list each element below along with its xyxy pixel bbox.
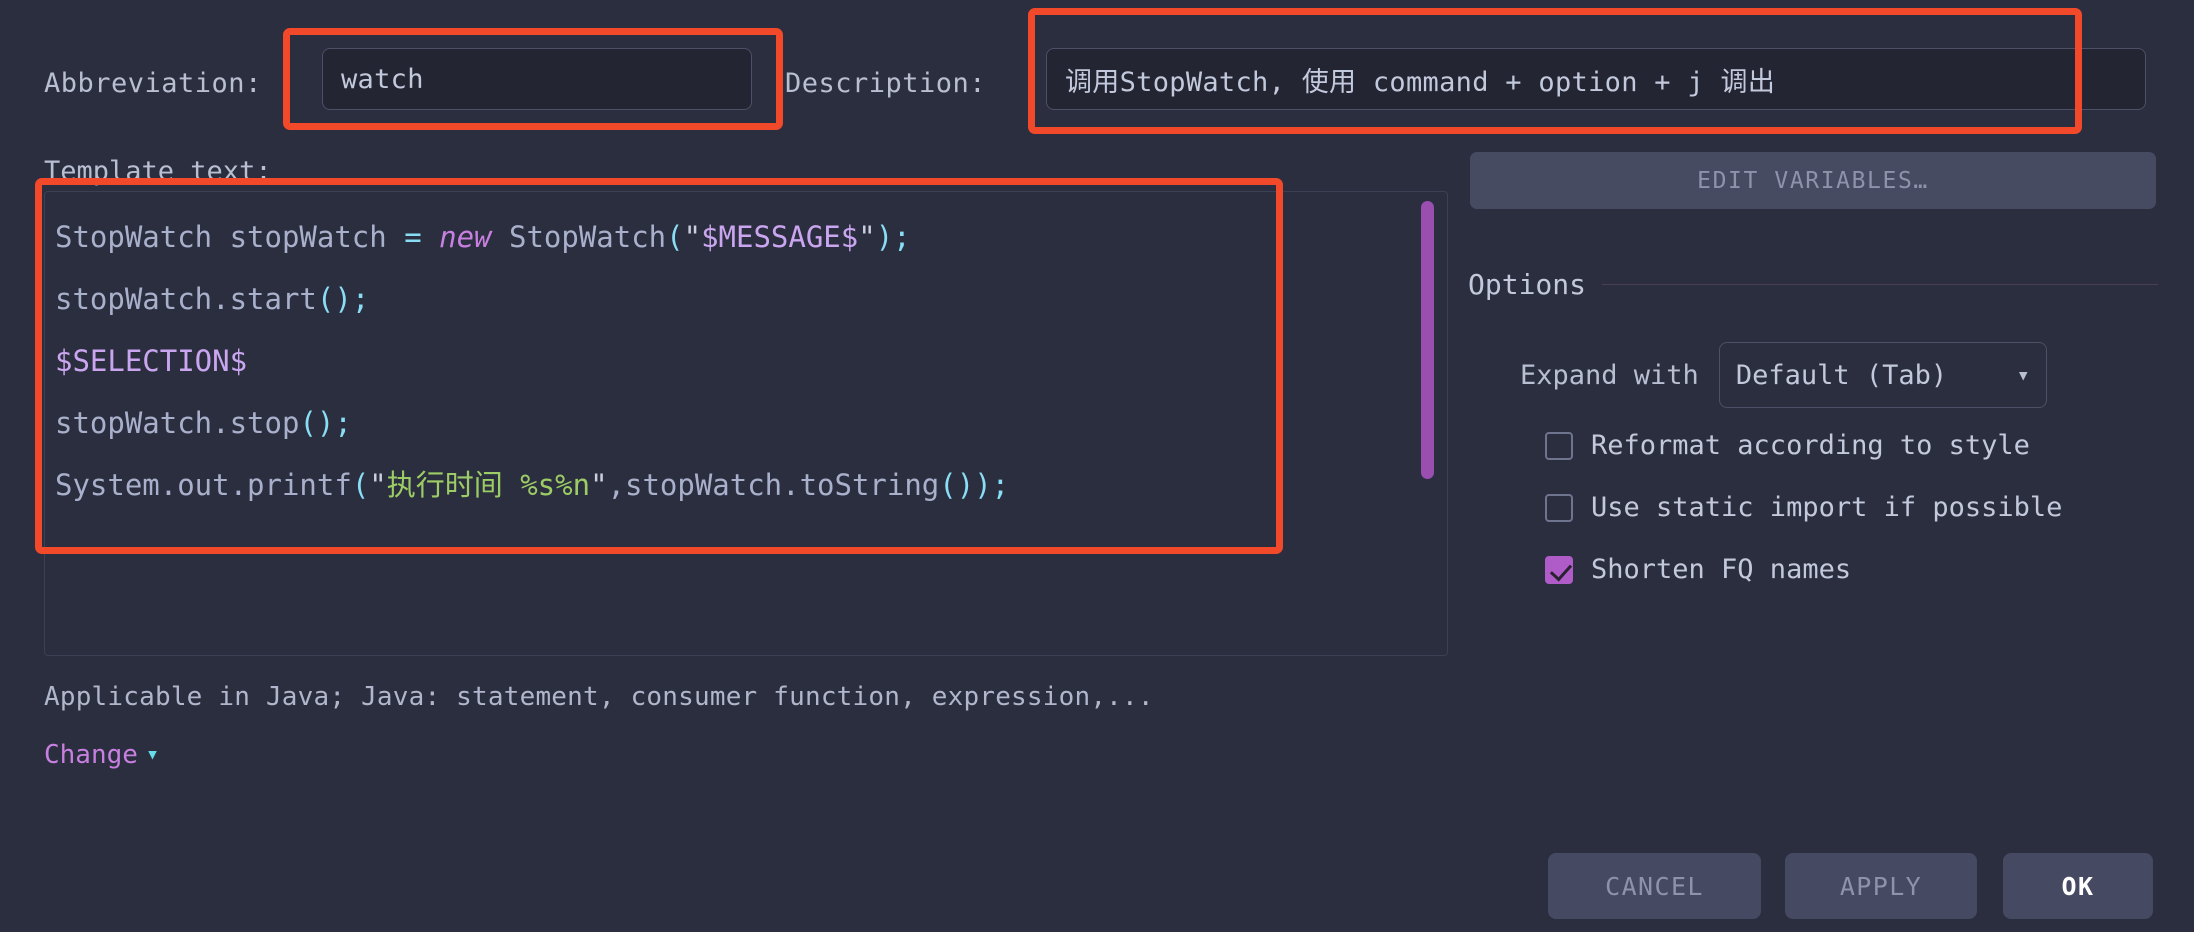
abbreviation-input[interactable] [322, 48, 752, 110]
template-code-content: StopWatch stopWatch = new StopWatch("$ME… [45, 192, 1447, 516]
chevron-down-icon: ▾ [2016, 362, 2030, 388]
template-text-label: Template text: [44, 156, 272, 187]
code-line: stopWatch.stop(); [49, 392, 1447, 454]
code-token: 执行时间 %s%n [386, 468, 591, 502]
checkbox-reformat-according-to-style[interactable]: Reformat according to style [1545, 430, 2030, 461]
checkbox-indicator[interactable] [1545, 555, 1573, 584]
applicable-context-text: Applicable in Java; Java: statement, con… [44, 682, 1154, 712]
code-token: new [439, 220, 492, 254]
code-token: () [299, 406, 335, 440]
code-token: " [683, 220, 702, 254]
description-input[interactable] [1046, 48, 2146, 110]
code-token: stopWatch.start [55, 282, 317, 316]
code-line: $SELECTION$ [49, 330, 1447, 392]
code-token: () [316, 282, 352, 316]
code-token: StopWatch stopWatch [55, 220, 405, 254]
edit-variables-button[interactable]: EDIT VARIABLES… [1470, 152, 2156, 209]
checkbox-label: Shorten FQ names [1591, 554, 1852, 585]
checkbox-use-static-import[interactable]: Use static import if possible [1545, 492, 2062, 523]
checkbox-indicator[interactable] [1545, 493, 1573, 522]
checkbox-indicator[interactable] [1545, 431, 1573, 460]
options-title: Options [1468, 268, 1587, 301]
code-token: " [590, 468, 608, 502]
code-line: StopWatch stopWatch = new StopWatch("$ME… [49, 206, 1447, 268]
code-token: ; [893, 220, 911, 254]
code-token: StopWatch [491, 220, 667, 254]
dialog-top-row: Abbreviation: Description: [0, 0, 2194, 140]
code-token: " [369, 468, 387, 502]
code-token: $SELECTION$ [55, 344, 248, 378]
checkbox-shorten-fq-names[interactable]: Shorten FQ names [1545, 554, 1851, 585]
ok-button[interactable]: OK [2003, 853, 2153, 919]
template-text-editor[interactable]: StopWatch stopWatch = new StopWatch("$ME… [44, 191, 1448, 656]
code-token: System.out.printf [55, 468, 352, 502]
abbreviation-label: Abbreviation: [44, 68, 262, 99]
code-token: stopWatch.stop [55, 406, 300, 440]
code-token: ( [351, 468, 370, 502]
code-token: ; [334, 406, 352, 440]
expand-with-value: Default (Tab) [1735, 359, 1948, 391]
code-line: stopWatch.start(); [49, 268, 1447, 330]
options-section-header: Options [1468, 268, 2158, 301]
chevron-down-icon: ▾ [145, 742, 160, 767]
cancel-button[interactable]: CANCEL [1548, 853, 1761, 919]
editor-scrollbar-thumb[interactable] [1421, 201, 1434, 479]
code-token: , [607, 468, 625, 502]
expand-with-label: Expand with [1520, 359, 1699, 391]
expand-with-dropdown[interactable]: Default (Tab) ▾ [1718, 342, 2047, 408]
code-line: System.out.printf("执行时间 %s%n",stopWatch.… [49, 454, 1447, 516]
code-token: stopWatch.toString [625, 468, 940, 502]
code-token: " [858, 220, 876, 254]
expand-with-row: Expand with Default (Tab) ▾ [1520, 342, 2047, 408]
code-token: ( [666, 220, 684, 254]
checkbox-label: Use static import if possible [1591, 492, 2063, 523]
change-context-link[interactable]: Change ▾ [44, 740, 159, 770]
code-token: ; [351, 282, 370, 316]
apply-button[interactable]: APPLY [1785, 853, 1977, 919]
code-token: ; [991, 468, 1010, 502]
code-token: = [404, 220, 422, 254]
code-token: $MESSAGE$ [701, 220, 859, 254]
change-link-label: Change [44, 740, 138, 770]
code-token: ) [875, 220, 894, 254]
description-label: Description: [785, 68, 987, 99]
options-divider [1602, 284, 2158, 285]
code-token: ()) [939, 468, 992, 502]
checkbox-label: Reformat according to style [1591, 430, 2030, 461]
